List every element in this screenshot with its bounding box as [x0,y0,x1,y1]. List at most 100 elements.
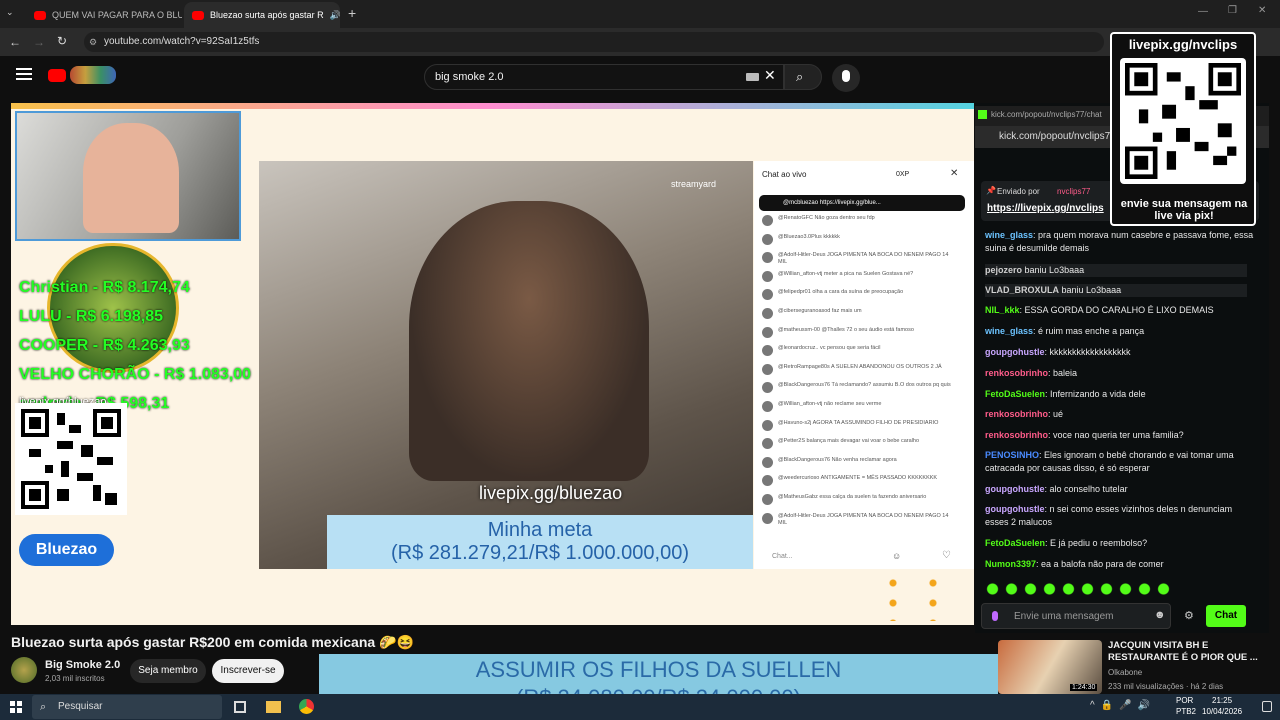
keyboard-icon[interactable] [746,73,759,81]
search-icon: ⌕ [796,69,804,84]
menu-icon[interactable] [16,68,32,80]
yt-chat-message: @MatheusGabz essa calça da suelen ta faz… [778,494,927,500]
tab-active[interactable]: Bluezao surta após gastar R 🔊 ✕ [184,2,340,28]
chat-username[interactable]: renkosobrinho [985,409,1048,419]
avatar [762,252,773,264]
taskbar-search-placeholder: Pesquisar [58,701,103,712]
keyboard-lang[interactable]: POR [1176,696,1193,705]
chat-message: wine_glass: pra quem morava num casebre … [985,229,1255,255]
streamer-figure [409,201,649,481]
taskbar-search[interactable]: ⌕ Pesquisar [32,695,222,719]
windows-start-icon[interactable] [10,701,22,713]
new-tab-button[interactable]: + [348,5,356,21]
avatar [762,289,773,301]
related-channel[interactable]: Olkabone [1108,668,1142,677]
kick-url-short: kick.com/popout/nvclips77 [999,131,1116,142]
qr-title: livepix.gg/nvclips [1128,37,1238,52]
chat-username[interactable]: pejozero [985,265,1022,275]
chat-username[interactable]: NIL_kkk [985,305,1020,315]
chat-username[interactable]: goupgohustle [985,347,1045,357]
member-button[interactable]: Seja membro [130,659,206,683]
keyboard-layout[interactable]: PTB2 [1176,707,1196,716]
url-field[interactable]: ⚙ youtube.com/watch?v=92SaI1z5tfs [84,32,1104,52]
search-input[interactable]: big smoke 2.0 [424,64,784,90]
yt-chat-message: @Bluezao3.0Plus kkkkkk [778,233,840,240]
related-title[interactable]: JACQUIN VISITA BH E RESTAURANTE É O PIOR… [1108,640,1258,664]
kick-message-input[interactable]: Envie uma mensagem ☻ [981,603,1171,629]
donation-entry: Christian - R$ 8.174,74 [19,279,190,296]
task-view-icon[interactable] [234,701,246,713]
chat-username[interactable]: renkosobrinho [985,430,1048,440]
subscribe-button[interactable]: Inscrever-se [212,659,284,683]
chat-text: E já pediu o reembolso? [1050,538,1148,548]
pinned-link[interactable]: https://livepix.gg/nvclips [987,203,1104,214]
system-tray-icons[interactable]: ^🔒🎤🔊 [1090,700,1156,711]
avatar [762,270,773,282]
chat-username[interactable]: VLAD_BROXULA [985,285,1059,295]
emoji-icon[interactable]: ☻ [1154,609,1166,621]
chat-username[interactable]: renkosobrinho [985,368,1048,378]
pin-icon: 📌 [986,186,996,195]
voice-search-button[interactable] [832,64,860,92]
chrome-icon[interactable] [299,699,314,714]
chat-message: FetoDaSuelen: Infernizando a vida dele [985,388,1255,401]
maximize-button[interactable]: ❐ [1228,5,1237,16]
notification-icon[interactable] [1262,701,1272,712]
chat-message: renkosobrinho: ué [985,408,1255,421]
chat-text: alo conselho tutelar [1049,484,1128,494]
clock-time[interactable]: 21:25 [1212,696,1232,705]
chat-username[interactable]: goupgohustle [985,504,1045,514]
site-info-icon[interactable]: ⚙ [89,32,97,52]
tab-list-button[interactable]: ⌄ [6,7,20,21]
speaker-icon[interactable]: 🔊 [330,10,340,21]
chat-message: VLAD_BROXULA baniu Lo3baaa [985,284,1247,297]
settings-icon[interactable]: ⚙ [1184,609,1194,622]
clock-date[interactable]: 10/04/2026 [1202,707,1242,716]
overlay-top-stripe [11,103,974,109]
chat-username[interactable]: wine_glass [985,230,1033,240]
donation-entry: VELHO CHORÃO - R$ 1.083,00 [19,366,252,383]
back-arrow-icon[interactable]: ← [9,35,21,49]
chat-username[interactable]: FetoDaSuelen [985,538,1045,548]
chat-username[interactable]: FetoDaSuelen [985,389,1045,399]
chat-username[interactable]: Numon3397 [985,559,1036,569]
chat-username[interactable]: wine_glass [985,326,1033,336]
related-video[interactable]: 1:24:30 JACQUIN VISITA BH E RESTAURANTE … [998,638,1270,694]
forward-arrow-icon[interactable]: → [33,35,45,49]
chat-message: renkosobrinho: baleia [985,367,1255,380]
meta-value: (R$ 281.279,21/R$ 1.000.000,00) [391,542,689,564]
avatar [762,494,773,505]
chat-message: pejozero baniu Lo3baaa [985,264,1247,277]
minimize-button[interactable]: — [1198,6,1208,17]
reload-icon[interactable]: ↻ [57,34,67,48]
chat-username[interactable]: goupgohustle [985,484,1045,494]
channel-avatar[interactable] [11,657,37,683]
nvclips-qr-code [1120,58,1246,184]
kick-icon [978,110,987,119]
avatar [762,456,773,468]
pinned-label: Enviado por [997,187,1040,196]
close-icon: ✕ [950,168,959,179]
tab-first[interactable]: QUEM VAI PAGAR PARA O BLUEZ ✕ [26,2,182,28]
chat-send-button[interactable]: Chat [1206,605,1246,627]
yt-chat-xp: 0XP [896,171,910,178]
avatar [762,475,773,487]
channel-name[interactable]: Big Smoke 2.0 [45,659,120,671]
youtube-logo[interactable] [48,69,66,82]
avatar [762,326,773,338]
yt-chat-message: @matheussm-00 @Thalles 72 o seu áudio es… [778,326,914,333]
close-window-button[interactable]: ✕ [1258,5,1266,16]
yt-chat-message: @Adolf-Hitler-Deus JOGA PIMENTA NA BOCA … [778,252,949,266]
search-button[interactable]: ⌕ [784,64,822,90]
yt-chat-message: @BlackDangerous76 Tá reclamando? assumiu… [778,382,951,389]
mic-icon [992,611,998,621]
file-explorer-icon[interactable] [266,701,281,713]
chat-username[interactable]: PENOSINHO [985,450,1039,460]
clear-search-icon[interactable]: ✕ [764,67,776,84]
video-player[interactable]: streamyard livepix.gg/bluezao Chat ao vi… [11,103,974,625]
youtube-icon [192,10,204,20]
yt-chat-message: @Petter2S balança mais devagar vai voar … [778,438,920,445]
yt-chat-title: Chat ao vivo [762,170,807,179]
yt-chat-message: @ciberseguranoasod faz mais um [778,308,862,314]
doodle-logo[interactable] [70,66,116,84]
